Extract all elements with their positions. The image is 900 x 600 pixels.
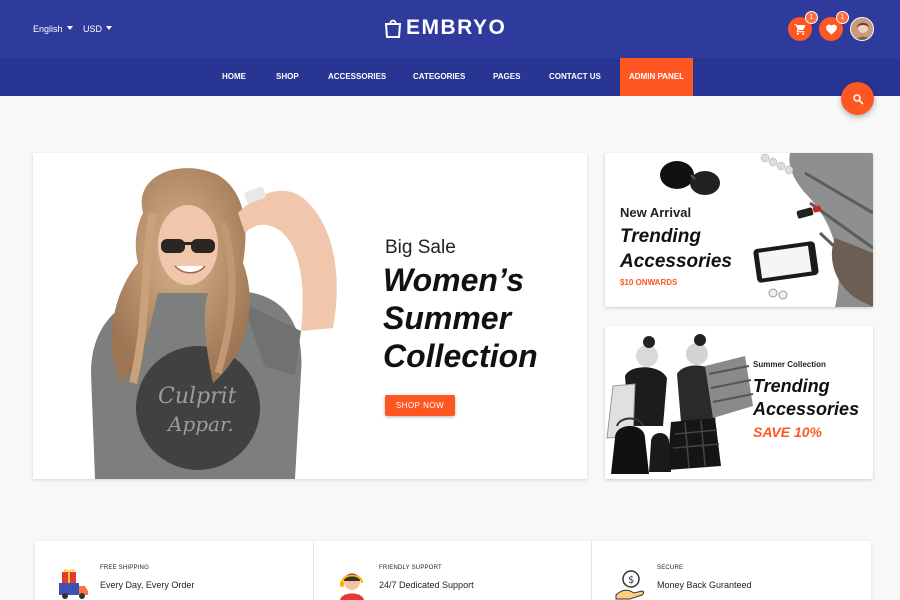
promo-discount-tag: SAVE 10%	[753, 424, 822, 440]
search-icon	[852, 93, 863, 104]
cart-count-badge: 1	[805, 11, 818, 24]
hero-subtitle: Big Sale	[385, 237, 456, 258]
promo-card-summer-collection[interactable]: Summer Collection Trending Accessories S…	[605, 326, 873, 479]
nav-contact-us[interactable]: CONTACT US	[549, 58, 601, 96]
promo-title: Trending Accessories	[753, 376, 860, 419]
main-nav: HOME SHOP ACCESSORIES CATEGORIES PAGES C…	[0, 58, 900, 96]
feature-friendly-support: FRIENDLY SUPPORT 24/7 Dedicated Support	[313, 541, 591, 600]
nav-accessories[interactable]: ACCESSORIES	[328, 58, 386, 96]
money-back-icon: $	[615, 570, 644, 600]
promo-subtitle: Summer Collection	[753, 360, 826, 369]
feature-text: 24/7 Dedicated Support	[379, 580, 474, 590]
nav-admin-panel[interactable]: ADMIN PANEL	[620, 58, 693, 96]
feature-text: Every Day, Every Order	[100, 580, 195, 590]
logo[interactable]: EMBRYO	[384, 16, 506, 40]
hero-model-image: Culprit Appar.	[91, 168, 337, 479]
support-agent-icon	[340, 573, 364, 600]
promo-price-tag: $10 ONWARDS	[620, 278, 678, 287]
heart-icon	[825, 24, 837, 35]
currency-label: USD	[83, 24, 103, 34]
nav-pages[interactable]: PAGES	[493, 58, 520, 96]
avatar[interactable]	[850, 17, 874, 41]
svg-text:$: $	[628, 575, 634, 586]
nav-categories[interactable]: CATEGORIES	[413, 58, 465, 96]
models-with-bags-image	[606, 334, 753, 474]
wishlist-button[interactable]: 1	[819, 11, 849, 41]
svg-text:Appar.: Appar.	[166, 412, 234, 436]
feature-free-shipping: FREE SHIPPING Every Day, Every Order	[35, 541, 313, 600]
caret-down-icon	[66, 26, 73, 30]
language-select[interactable]: English	[33, 24, 73, 34]
top-header: English USD EMBRYO 1 1	[0, 0, 900, 58]
svg-text:Culprit: Culprit	[158, 384, 237, 409]
wishlist-count-badge: 1	[836, 11, 849, 24]
currency-select[interactable]: USD	[83, 24, 113, 34]
language-label: English	[33, 24, 63, 34]
feature-label: FREE SHIPPING	[100, 565, 149, 571]
feature-secure: $ SECURE Money Back Guranteed	[591, 541, 869, 600]
promo-card-new-arrival[interactable]: New Arrival Trending Accessories $10 ONW…	[605, 153, 873, 307]
cart-icon	[794, 23, 805, 35]
hero-title: Women’s Summer Collection	[383, 262, 538, 374]
promo-title: Trending Accessories	[620, 226, 732, 272]
hero-banner[interactable]: Culprit Appar. Big Sale Women’s Summer C…	[33, 153, 587, 479]
feature-text: Money Back Guranteed	[657, 580, 752, 590]
shop-now-button[interactable]: SHOP NOW	[385, 395, 455, 416]
nav-home[interactable]: HOME	[222, 58, 246, 96]
feature-label: SECURE	[657, 565, 684, 571]
caret-down-icon	[106, 26, 113, 30]
search-button[interactable]	[841, 82, 874, 115]
gift-truck-icon	[59, 569, 88, 599]
feature-label: FRIENDLY SUPPORT	[379, 565, 442, 571]
features-bar: FREE SHIPPING Every Day, Every Order FRI…	[35, 541, 871, 600]
promo-subtitle: New Arrival	[620, 205, 692, 220]
cart-button[interactable]: 1	[788, 11, 818, 41]
shopping-bag-icon	[384, 19, 402, 38]
nav-shop[interactable]: SHOP	[276, 58, 299, 96]
logo-text: EMBRYO	[406, 16, 507, 39]
avatar-image	[851, 18, 873, 40]
